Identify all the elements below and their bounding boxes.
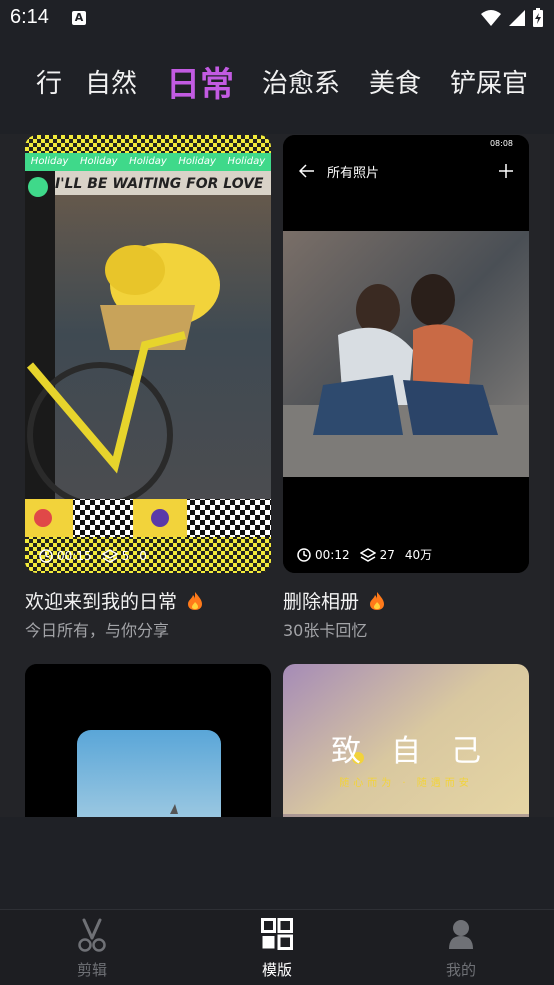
poster-title: 致 自 己 — [283, 726, 529, 770]
template-thumbnail — [25, 664, 271, 817]
banner-holiday: Holiday Holiday Holiday Holiday Holiday — [25, 153, 271, 171]
banner-text: Holiday — [30, 156, 69, 167]
layer-count: 27 — [379, 547, 395, 562]
tab-nature[interactable]: 自然 — [85, 63, 137, 100]
poster-subtitle: 随心而为 · 随遇而安 — [339, 778, 473, 789]
template-thumbnail — [283, 135, 529, 573]
tab-food[interactable]: 美食 — [369, 63, 421, 100]
banner-text: Holiday — [79, 156, 118, 167]
nav-label: 模版 — [261, 961, 292, 979]
category-tabs: 行 自然 日常 治愈系 美食 铲屎官 — [0, 55, 554, 107]
battery-charging-icon — [533, 8, 543, 27]
template-subtitle: 今日所有，与你分享 — [25, 621, 170, 640]
content-footer-spacer — [0, 817, 554, 909]
profile-icon — [449, 920, 473, 949]
hot-flame-icon — [188, 591, 203, 610]
hot-flame-icon — [370, 591, 385, 610]
tab-daily[interactable]: 日常 — [166, 57, 234, 106]
scissors-icon — [78, 918, 106, 952]
status-time: 6:14 — [10, 6, 49, 28]
banner-text: Holiday — [178, 156, 216, 167]
poster-char: 己 — [451, 734, 481, 769]
template-card[interactable] — [25, 664, 271, 817]
template-card-daily[interactable]: Holiday Holiday Holiday Holiday Holiday … — [25, 135, 271, 573]
template-thumbnail — [25, 135, 271, 573]
template-grid: Holiday Holiday Holiday Holiday Holiday … — [0, 134, 554, 817]
layers-icon — [101, 549, 118, 563]
back-arrow-icon — [299, 164, 314, 178]
status-bar: 6:14 A — [0, 0, 554, 36]
plus-icon — [499, 164, 513, 178]
banner-text: Holiday — [129, 156, 167, 167]
use-count: 0 — [139, 549, 147, 563]
duration: 00:15 — [57, 549, 92, 563]
template-stats: 00:12 27 40万 — [297, 546, 432, 563]
use-count: 40万 — [404, 548, 433, 562]
handwriting-text: I'LL BE WAITING FOR LOVE — [55, 176, 264, 192]
template-stats: 00:15 5 0 — [39, 549, 147, 563]
template-title-text: 欢迎来到我的日常 — [25, 591, 178, 613]
nav-templates[interactable]: 模版 — [217, 910, 337, 985]
layer-count: 5 — [121, 549, 130, 563]
nav-label: 剪辑 — [76, 961, 107, 979]
template-subtitle: 30张卡回忆 — [283, 621, 368, 640]
cell-signal-icon — [509, 10, 525, 26]
nav-label: 我的 — [445, 961, 476, 979]
clock-icon — [39, 549, 53, 563]
template-title-text: 删除相册 — [283, 591, 360, 613]
template-card-delete-album[interactable]: 08:08 所有照片 00:12 27 40万 — [283, 135, 529, 573]
banner-text: Holiday — [227, 156, 266, 167]
mock-page-title: 所有照片 — [327, 166, 380, 181]
clock-icon — [297, 547, 311, 562]
poster-char: 致 — [331, 734, 361, 769]
tab-healing[interactable]: 治愈系 — [262, 63, 340, 100]
mock-phone-time: 08:08 — [489, 139, 513, 148]
duration: 00:12 — [315, 547, 350, 562]
template-grid-icon — [261, 918, 293, 950]
template-card-to-myself[interactable]: 致 自 己 随心而为 · 随遇而安 — [283, 664, 529, 817]
notification-app-icon: A — [72, 11, 86, 25]
mock-phone-status: 08:08 — [283, 139, 529, 151]
tab-travel[interactable]: 行 — [36, 63, 62, 100]
layers-icon — [359, 547, 376, 562]
template-title: 删除相册 — [283, 587, 385, 614]
nav-edit[interactable]: 剪辑 — [32, 910, 152, 985]
nav-profile[interactable]: 我的 — [401, 910, 521, 985]
tab-pets[interactable]: 铲屎官 — [450, 63, 528, 100]
wifi-icon — [481, 10, 501, 26]
poster-char: 自 — [391, 734, 421, 769]
status-icons — [480, 8, 544, 28]
bottom-navigation: 剪辑 模版 我的 — [0, 909, 554, 985]
template-title: 欢迎来到我的日常 — [25, 587, 203, 614]
